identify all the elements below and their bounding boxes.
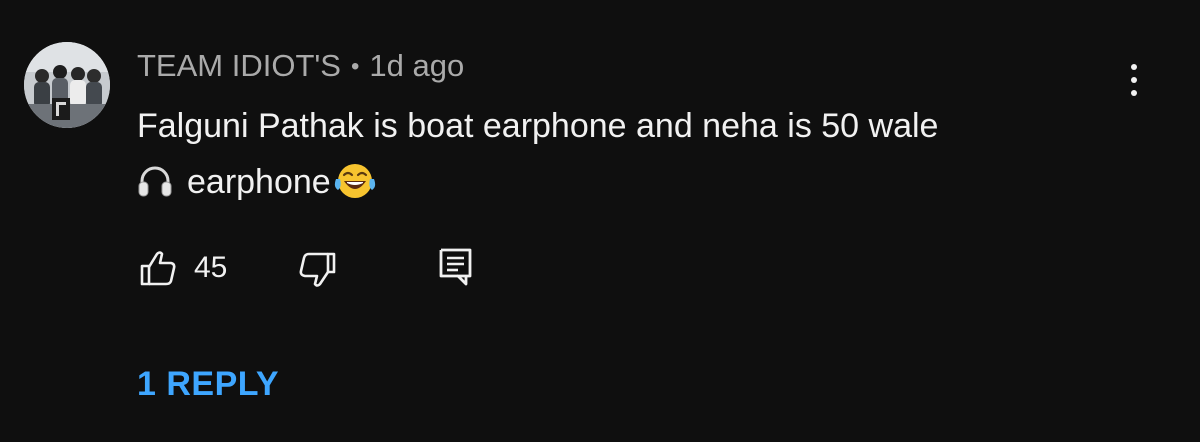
- like-count: 45: [194, 251, 228, 284]
- reply-button[interactable]: [436, 246, 476, 288]
- separator-dot: •: [350, 53, 360, 80]
- author-name[interactable]: TEAM IDIOT'S: [137, 48, 341, 83]
- reply-icon: [436, 248, 476, 292]
- thumbs-down-icon: [294, 252, 336, 294]
- headphones-emoji-icon: [137, 160, 173, 216]
- view-replies-link[interactable]: 1 REPLY: [137, 362, 279, 406]
- comment-header: TEAM IDIOT'S • 1d ago: [137, 46, 464, 87]
- more-options-button[interactable]: [1118, 60, 1150, 100]
- comment-text-line-2-wrapper: earphone: [137, 154, 1137, 218]
- comment-timestamp: 1d ago: [369, 48, 465, 83]
- comment-text-line-2: earphone: [187, 163, 331, 201]
- comment-text-line-1: Falguni Pathak is boat earphone and neha…: [137, 107, 939, 145]
- dislike-button[interactable]: [294, 250, 336, 290]
- like-button[interactable]: 45: [138, 248, 248, 288]
- author-avatar[interactable]: [24, 42, 110, 128]
- comment-body: Falguni Pathak is boat earphone and neha…: [137, 98, 1137, 218]
- laughing-tears-emoji-icon: [333, 161, 377, 218]
